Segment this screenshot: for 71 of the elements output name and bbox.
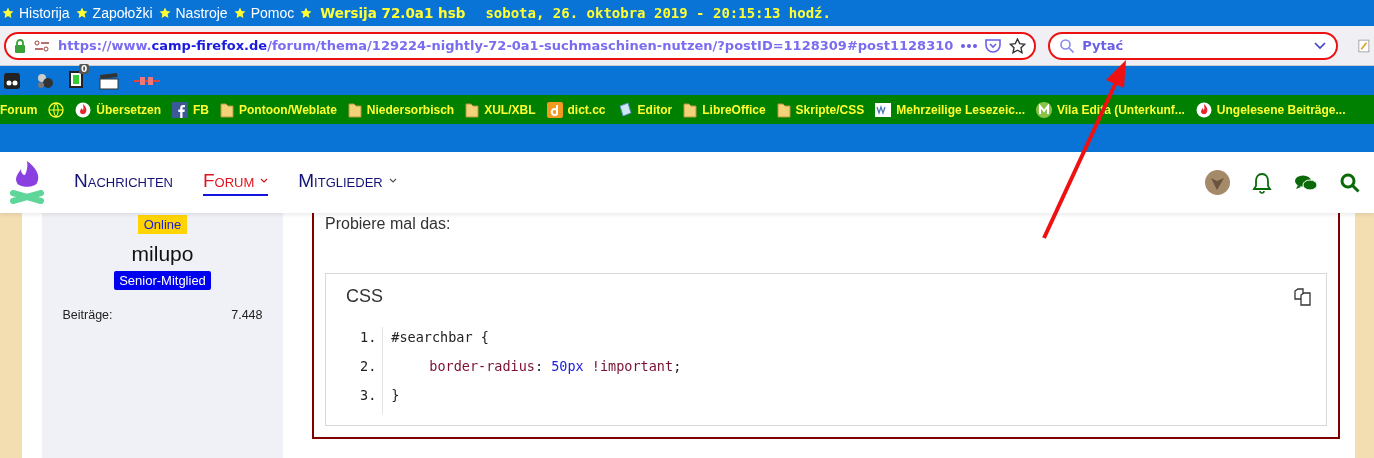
folder-icon — [347, 101, 362, 118]
bookmark[interactable]: Pontoon/Weblate — [220, 101, 337, 118]
folder-icon — [220, 101, 235, 118]
nav-link[interactable]: Forum — [202, 169, 269, 196]
copy-icon[interactable] — [1294, 288, 1312, 306]
flame-icon — [1195, 101, 1212, 118]
bell-icon[interactable] — [1252, 171, 1272, 194]
bookmark[interactable]: XUL/XBL — [465, 101, 536, 118]
bookmark[interactable]: Mehrzeilige Lesezeic... — [875, 102, 1025, 117]
count-badge: 0 — [79, 63, 90, 74]
code-line: } — [390, 386, 401, 405]
star-icon — [300, 7, 313, 19]
folder-icon — [465, 101, 480, 118]
bookmark[interactable]: FB — [172, 101, 210, 118]
search-bar[interactable]: Pytać — [1048, 31, 1339, 60]
post-text: Probiere mal das: — [325, 215, 452, 233]
permissions-icon[interactable] — [34, 39, 50, 52]
star-outline-icon[interactable] — [1009, 37, 1027, 54]
code-line: border-radius: 50px !important; — [428, 357, 683, 376]
lock-icon — [14, 38, 26, 53]
bookmark[interactable]: Übersetzen — [75, 101, 162, 118]
bookmark[interactable]: LibreOffice — [683, 101, 766, 118]
bookmark[interactable]: Forum — [0, 102, 38, 117]
bookmark[interactable]: Skripte/CSS — [776, 101, 865, 118]
facebook-icon — [172, 101, 189, 118]
pocket-icon[interactable] — [985, 38, 1002, 53]
notepad-icon — [616, 101, 633, 118]
menu-item[interactable]: Zapołožki — [92, 5, 153, 21]
flame-icon — [75, 101, 92, 118]
code-line: #searchbar { — [390, 328, 490, 347]
star-icon — [233, 7, 246, 19]
globe-icon[interactable] — [48, 101, 65, 118]
line-number: 3. — [346, 385, 384, 414]
online-badge: Online — [137, 215, 188, 234]
code-title: CSS — [346, 286, 383, 307]
date-time-text: sobota, 26. oktobra 2019 - 20:15:13 hodź. — [485, 5, 831, 21]
stat-label: Beiträge: — [62, 308, 113, 322]
bookmark[interactable]: Editor — [616, 101, 673, 118]
user-name[interactable]: milupo — [131, 242, 194, 266]
wp-icon — [875, 102, 892, 117]
balls-icon[interactable] — [35, 71, 55, 90]
menu-item[interactable]: Historija — [19, 5, 70, 21]
clapperboard-icon[interactable] — [99, 71, 119, 90]
glasses-icon[interactable] — [3, 71, 21, 90]
menu-item[interactable]: Nastroje — [175, 5, 228, 21]
search-icon — [1060, 38, 1075, 53]
version-text: Wersija 72.0a1 hsb — [320, 5, 466, 21]
menu-item[interactable]: Pomoc — [250, 5, 295, 21]
chevron-down-icon[interactable] — [1314, 41, 1327, 50]
avatar[interactable] — [1205, 170, 1230, 195]
stat-value: 7.448 — [231, 308, 263, 322]
dict-icon — [546, 101, 563, 118]
campfire-logo[interactable] — [10, 158, 44, 207]
star-icon — [75, 7, 88, 19]
more-icon[interactable] — [961, 43, 978, 48]
m-logo-icon — [1036, 101, 1052, 118]
folder-icon — [683, 101, 698, 118]
line-number: 2. — [346, 356, 384, 385]
bookmark[interactable]: dict.cc — [546, 101, 606, 118]
search-icon[interactable] — [1340, 172, 1360, 193]
nav-link[interactable]: Mitglieder — [298, 169, 397, 196]
folder-icon — [776, 101, 791, 118]
star-icon — [2, 7, 14, 19]
url-field[interactable]: https://www.camp-firefox.de/forum/thema/129224-nightly-72-0a1-suchmaschinen-nutzen/?postID=1128309#post1128310 — [4, 31, 1037, 60]
nav-link[interactable]: Nachrichten — [74, 169, 173, 196]
bookmark[interactable]: Niedersorbisch — [347, 101, 455, 118]
bookmark[interactable]: Ungelesene Beiträge... — [1195, 101, 1346, 118]
search-input[interactable]: Pytać — [1082, 38, 1307, 53]
line-number: 1. — [346, 327, 384, 356]
rank-badge: Senior-Mitglied — [114, 271, 211, 290]
star-icon — [158, 7, 171, 19]
